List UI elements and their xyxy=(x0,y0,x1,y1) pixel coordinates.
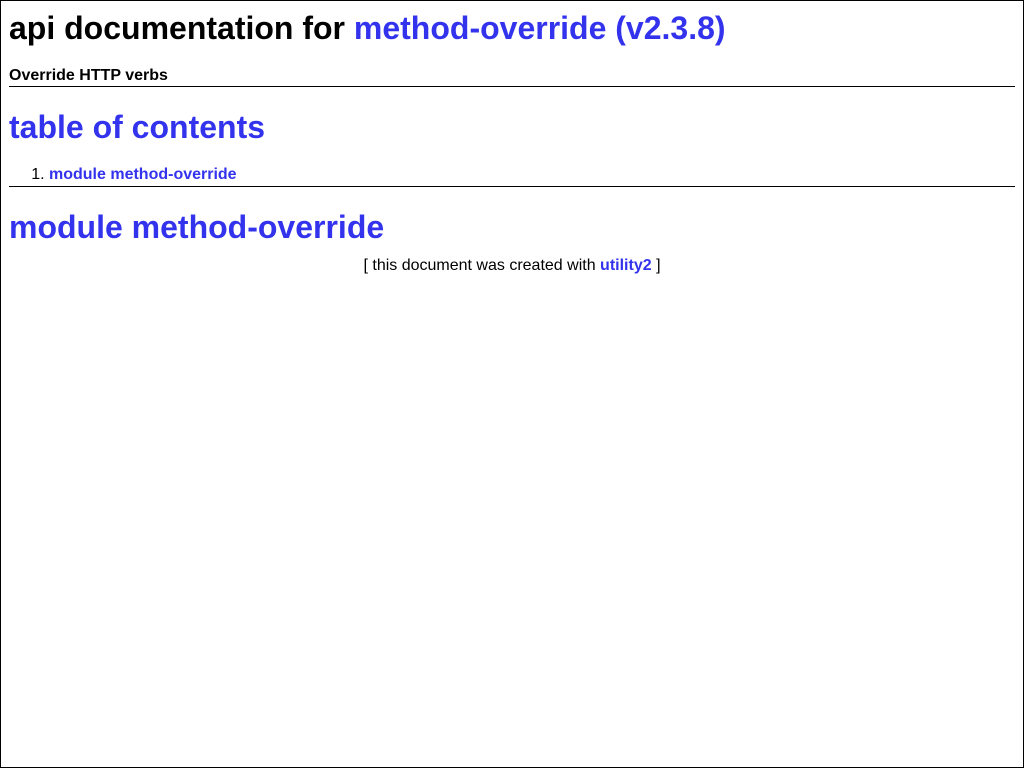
toc-list: module method-override xyxy=(9,164,1015,186)
divider xyxy=(9,186,1015,187)
divider xyxy=(9,86,1015,87)
toc-heading: table of contents xyxy=(9,109,266,145)
footer: [ this document was created with utility… xyxy=(9,256,1015,276)
package-link[interactable]: method-override (v2.3.8) xyxy=(354,10,726,46)
document-page: api documentation for method-override (v… xyxy=(1,9,1023,276)
toc-link-module-method-override[interactable]: module method-override xyxy=(49,166,237,183)
toc-item: module method-override xyxy=(49,164,1015,186)
module-heading: module method-override xyxy=(9,209,385,245)
utility2-link[interactable]: utility2 xyxy=(600,257,652,274)
footer-text-after: ] xyxy=(656,257,661,274)
package-description: Override HTTP verbs xyxy=(9,67,168,84)
page-title: api documentation for method-override (v… xyxy=(9,9,1015,47)
page-title-prefix: api documentation for xyxy=(9,10,345,46)
footer-text-before: [ this document was created with xyxy=(363,257,596,274)
